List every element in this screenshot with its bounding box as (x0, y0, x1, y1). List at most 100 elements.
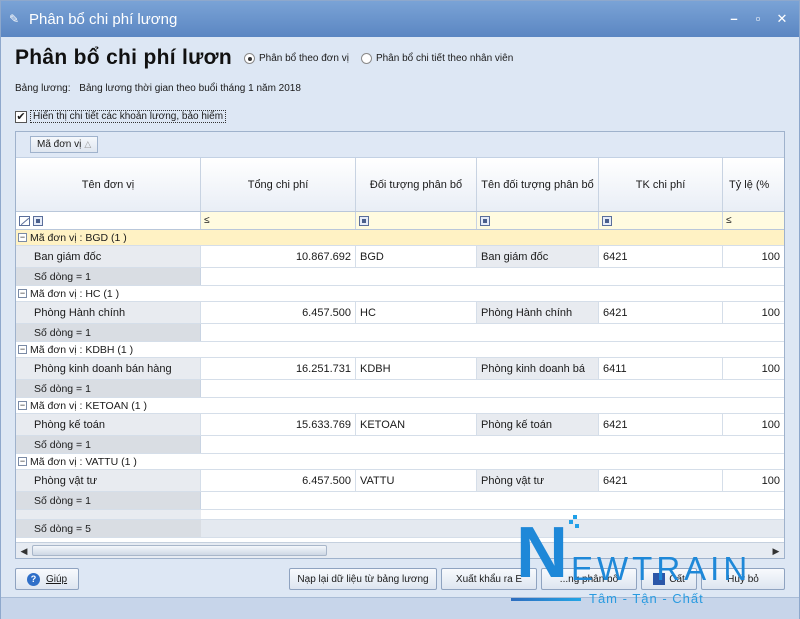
cell-total-cost[interactable]: 6.457.500 (201, 302, 356, 323)
cell-allocation-object[interactable]: KETOAN (356, 414, 477, 435)
table-row[interactable]: Phòng Hành chính 6.457.500 HC Phòng Hành ch… (16, 302, 784, 324)
cell-cost-account[interactable]: 6411 (599, 358, 723, 379)
cell-allocation-object-name[interactable]: Phòng vật tư (477, 470, 599, 491)
filter-operator-icon[interactable] (602, 215, 612, 226)
cell-unit-name[interactable]: Phòng kế toán (16, 414, 201, 435)
help-label: Giúp (45, 573, 68, 585)
cell-ratio[interactable]: 100 (723, 358, 784, 379)
cell-ratio[interactable]: 100 (723, 414, 784, 435)
filter-ratio[interactable]: ≤ (723, 212, 784, 229)
cell-allocation-object-name[interactable]: Ban giám đốc (477, 246, 599, 267)
cell-unit-name[interactable]: Phòng kinh doanh bán hàng (16, 358, 201, 379)
cell-ratio[interactable]: 100 (723, 470, 784, 491)
column-header-allocation-object[interactable]: Đối tượng phân bổ (356, 158, 477, 211)
show-detail-checkbox[interactable]: ✔ Hiển thị chi tiết các khoản lương, bảo… (15, 110, 227, 123)
cell-ratio[interactable]: 100 (723, 302, 784, 323)
group-panel: Mã đơn vị △ (16, 132, 784, 158)
filter-total-cost[interactable]: ≤ (201, 212, 356, 229)
collapse-icon[interactable]: − (18, 457, 27, 466)
table-row[interactable]: Phòng kế toán 15.633.769 KETOAN Phòng kế to… (16, 414, 784, 436)
logo-letter-n: N (516, 513, 568, 593)
filter-operator-icon[interactable] (33, 215, 43, 226)
cell-allocation-object[interactable]: BGD (356, 246, 477, 267)
close-icon[interactable]: ✕ (775, 12, 789, 26)
filter-allocation-object[interactable] (356, 212, 477, 229)
maximize-icon[interactable]: ▫ (751, 12, 765, 26)
scroll-thumb[interactable] (32, 545, 327, 556)
filter-clear-icon[interactable] (19, 215, 30, 226)
cell-cost-account[interactable]: 6421 (599, 414, 723, 435)
filter-allocation-object-name[interactable] (477, 212, 599, 229)
help-button[interactable]: ? Giúp (15, 568, 79, 590)
cell-total-cost[interactable]: 6.457.500 (201, 470, 356, 491)
cell-allocation-object[interactable]: HC (356, 302, 477, 323)
column-header-total-cost[interactable]: Tổng chi phí (201, 158, 356, 211)
filter-operator-icon[interactable] (480, 215, 490, 226)
minimize-icon[interactable]: – (727, 12, 741, 26)
cell-unit-name[interactable]: Phòng vật tư (16, 470, 201, 491)
cell-total-cost[interactable]: 16.251.731 (201, 358, 356, 379)
cell-ratio[interactable]: 100 (723, 246, 784, 267)
scroll-left-icon[interactable]: ◀ (18, 545, 30, 557)
grid-body: − Mã đơn vị : BGD (1 ) Ban giám đốc 10.867.… (16, 230, 784, 510)
group-row-label: Mã đơn vị : KDBH (1 ) (30, 343, 134, 356)
newtrain-logo: N EWTRAIN Tâm - Tận - Chất (511, 513, 796, 613)
collapse-icon[interactable]: − (18, 345, 27, 354)
column-header-unit-name[interactable]: Tên đơn vị (16, 158, 201, 211)
group-count-label: Số dòng = 1 (16, 268, 201, 285)
group-row-label: Mã đơn vị : BGD (1 ) (30, 231, 127, 244)
filter-operator-symbol[interactable]: ≤ (726, 215, 732, 226)
table-row[interactable]: Phòng kinh doanh bán hàng 16.251.731 KDBH P… (16, 358, 784, 380)
group-row[interactable]: − Mã đơn vị : KETOAN (1 ) (16, 398, 784, 414)
table-row[interactable]: Phòng vật tư 6.457.500 VATTU Phòng vật tư 64… (16, 470, 784, 492)
reload-from-payroll-button[interactable]: Nạp lại dữ liệu từ bảng lương (289, 568, 437, 590)
checkmark-icon: ✔ (15, 110, 27, 123)
column-header-allocation-object-name[interactable]: Tên đối tượng phân bổ (477, 158, 599, 211)
cell-total-cost[interactable]: 15.633.769 (201, 414, 356, 435)
group-row[interactable]: − Mã đơn vị : KDBH (1 ) (16, 342, 784, 358)
group-chip-unit-code[interactable]: Mã đơn vị △ (30, 136, 99, 153)
filter-unit-name[interactable] (16, 212, 201, 229)
filter-cost-account[interactable] (599, 212, 723, 229)
radio-by-unit-label: Phân bổ theo đơn vị (258, 52, 349, 64)
cell-allocation-object[interactable]: KDBH (356, 358, 477, 379)
main-window: ✎ Phân bổ chi phí lương – ▫ ✕ Phân bổ ch… (0, 0, 800, 619)
cell-allocation-object-name[interactable]: Phòng kế toán (477, 414, 599, 435)
filter-operator-icon[interactable] (359, 215, 369, 226)
group-chip-label: Mã đơn vị (37, 139, 82, 150)
collapse-icon[interactable]: − (18, 233, 27, 242)
column-header-ratio[interactable]: Tỷ lệ (% (723, 158, 784, 211)
cell-cost-account[interactable]: 6421 (599, 302, 723, 323)
group-row[interactable]: − Mã đơn vị : VATTU (1 ) (16, 454, 784, 470)
cell-unit-name[interactable]: Ban giám đốc (16, 246, 201, 267)
cell-total-cost[interactable]: 10.867.692 (201, 246, 356, 267)
group-row[interactable]: − Mã đơn vị : BGD (1 ) (16, 230, 784, 246)
radio-unchecked-icon (360, 52, 372, 64)
cell-allocation-object[interactable]: VATTU (356, 470, 477, 491)
group-count-row: Số dòng = 1 (16, 268, 784, 286)
group-count-label: Số dòng = 1 (16, 492, 201, 509)
collapse-icon[interactable]: − (18, 401, 27, 410)
window-title: Phân bổ chi phí lương (29, 10, 178, 28)
cell-cost-account[interactable]: 6421 (599, 246, 723, 267)
table-row[interactable]: Ban giám đốc 10.867.692 BGD Ban giám đốc 642… (16, 246, 784, 268)
cell-allocation-object-name[interactable]: Phòng Hành chính (477, 302, 599, 323)
cell-unit-name[interactable]: Phòng Hành chính (16, 302, 201, 323)
filter-operator-symbol[interactable]: ≤ (204, 215, 210, 226)
cell-cost-account[interactable]: 6421 (599, 470, 723, 491)
window-controls: – ▫ ✕ (727, 12, 789, 26)
payroll-value: Bảng lương thời gian theo buổi tháng 1 n… (79, 83, 301, 94)
group-count-row: Số dòng = 1 (16, 380, 784, 398)
column-header-cost-account[interactable]: TK chi phí (599, 158, 723, 211)
app-icon: ✎ (9, 12, 20, 26)
group-row-label: Mã đơn vị : VATTU (1 ) (30, 455, 137, 468)
group-count-row: Số dòng = 1 (16, 492, 784, 510)
group-row[interactable]: − Mã đơn vị : HC (1 ) (16, 286, 784, 302)
column-header-row: Tên đơn vị Tổng chi phí Đối tượng phân b… (16, 158, 784, 212)
collapse-icon[interactable]: − (18, 289, 27, 298)
radio-by-employee[interactable]: Phân bổ chi tiết theo nhân viên (360, 52, 513, 64)
payroll-label: Bảng lương: (15, 83, 71, 94)
radio-by-unit[interactable]: Phân bổ theo đơn vị (243, 52, 349, 64)
filter-row: ≤ ≤ (16, 212, 784, 230)
cell-allocation-object-name[interactable]: Phòng kinh doanh bá (477, 358, 599, 379)
